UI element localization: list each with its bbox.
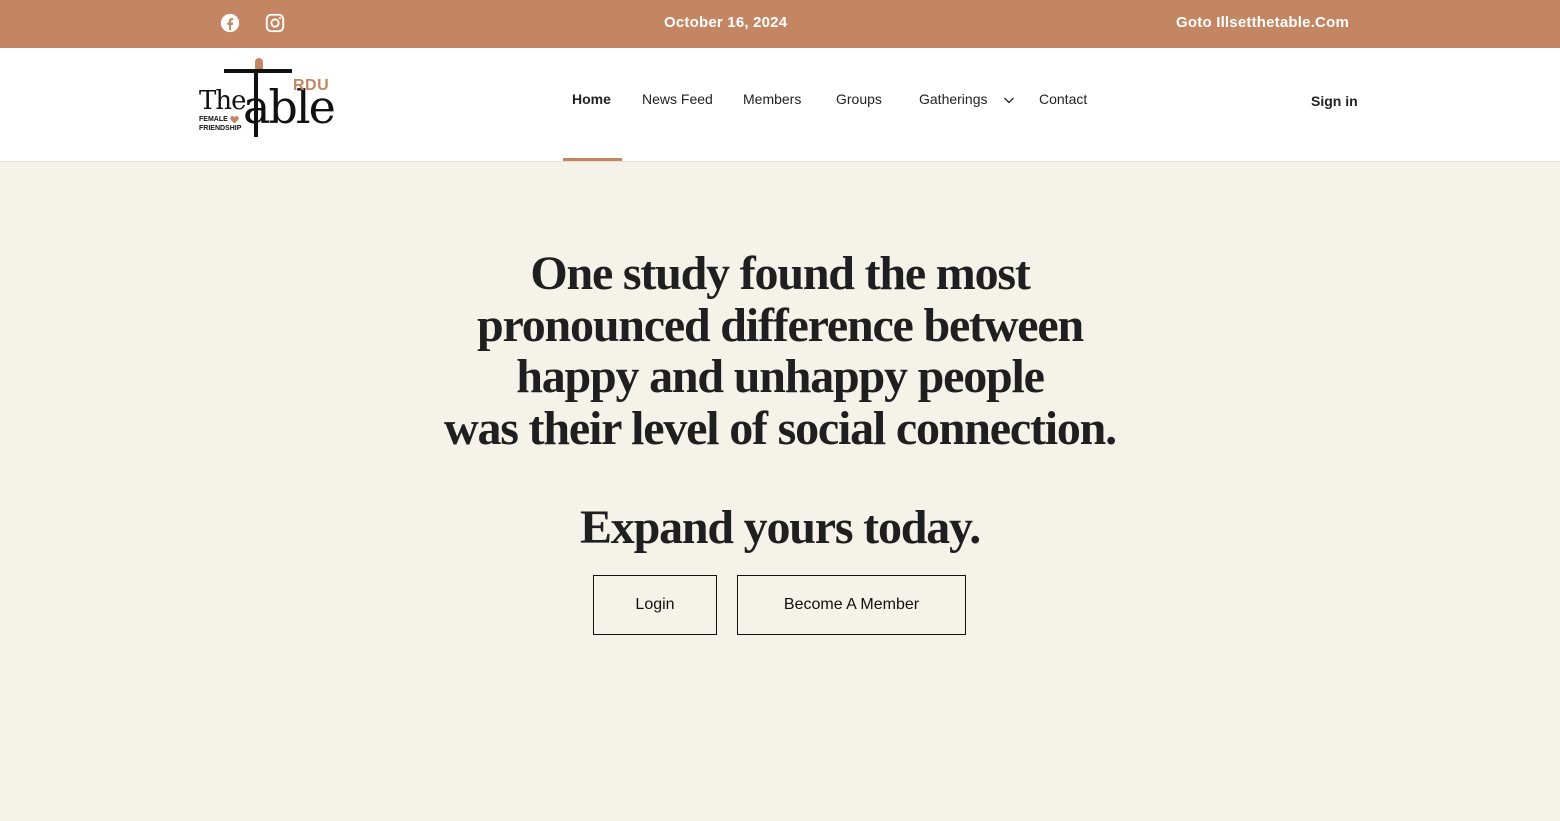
nav-members[interactable]: Members <box>743 91 801 107</box>
chevron-down-icon[interactable] <box>1003 95 1015 105</box>
top-bar: October 16, 2024 Goto Illsetthetable.Com <box>0 0 1560 48</box>
headline-line: was their level of social connection. <box>444 401 1117 455</box>
main-navbar: The able RDU FEMALE FRIENDSHIP Home News… <box>0 48 1560 162</box>
nav-groups[interactable]: Groups <box>836 91 882 107</box>
instagram-icon[interactable] <box>264 12 286 34</box>
headline-line: happy and unhappy people <box>516 350 1045 403</box>
heart-icon <box>230 116 239 124</box>
logo-t-bar <box>224 69 292 73</box>
hero-section: One study found the most pronounced diff… <box>0 162 1560 821</box>
active-nav-indicator <box>563 158 622 161</box>
hero-subhead: Expand yours today. <box>579 501 981 554</box>
sign-in-link[interactable]: Sign in <box>1311 93 1358 109</box>
nav-gatherings[interactable]: Gatherings <box>919 91 987 107</box>
logo-word-the: The <box>199 86 246 116</box>
site-logo[interactable]: The able RDU FEMALE FRIENDSHIP <box>197 58 336 140</box>
logo-badge-rdu: RDU <box>293 77 330 94</box>
goto-site-link[interactable]: Goto Illsetthetable.Com <box>1176 14 1349 31</box>
nav-news-feed[interactable]: News Feed <box>642 91 713 107</box>
nav-contact[interactable]: Contact <box>1039 91 1087 107</box>
nav-home[interactable]: Home <box>572 91 611 107</box>
headline-line: One study found the most <box>530 247 1030 300</box>
facebook-icon[interactable] <box>219 12 241 34</box>
login-button[interactable]: Login <box>593 575 717 635</box>
headline-line: pronounced difference between <box>476 298 1084 352</box>
become-member-button[interactable]: Become A Member <box>737 575 966 635</box>
hero-headline: One study found the most pronounced diff… <box>380 248 1180 454</box>
current-date: October 16, 2024 <box>664 14 788 31</box>
